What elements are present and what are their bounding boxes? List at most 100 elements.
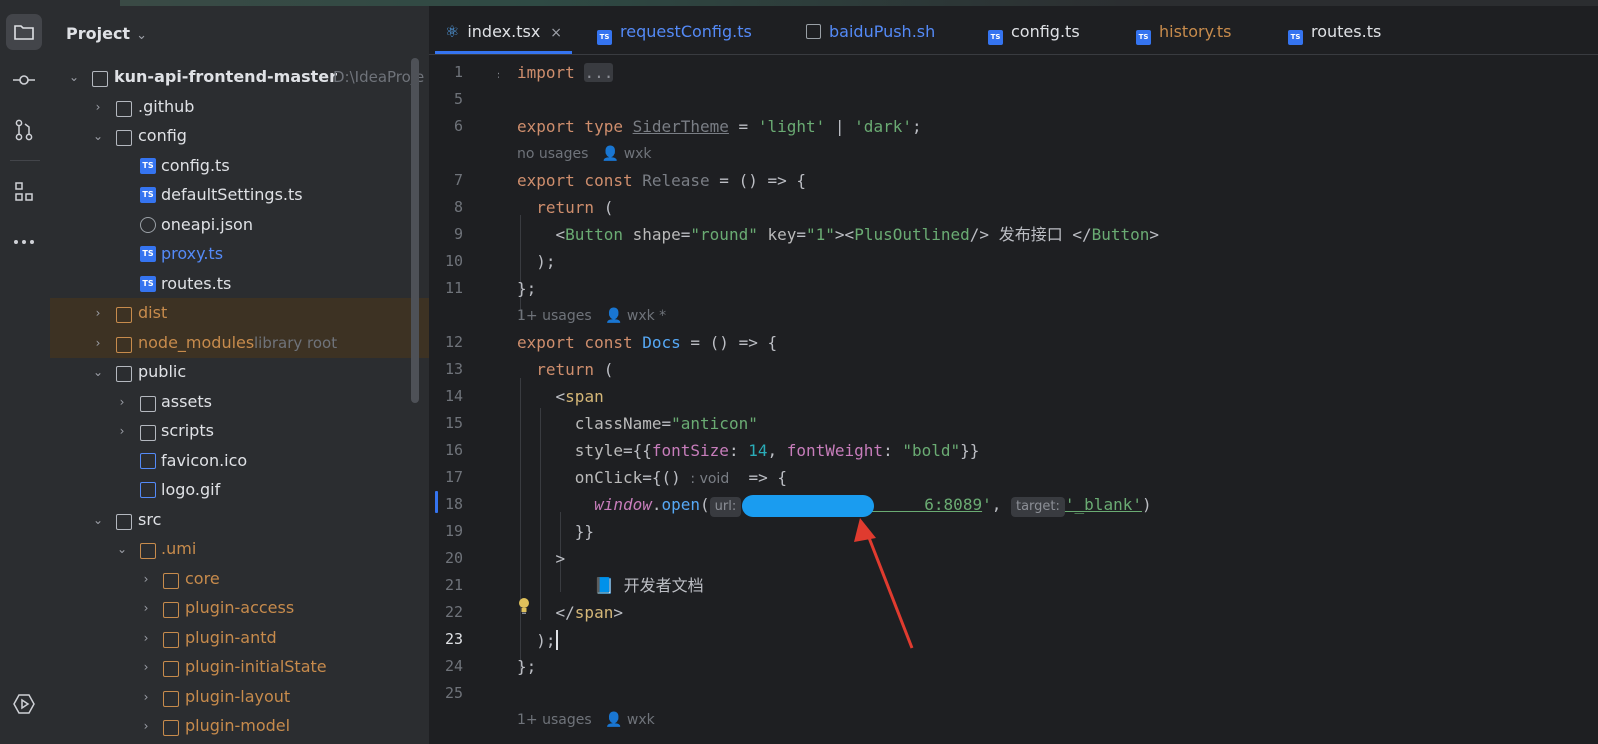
more-tools-button[interactable] <box>6 224 42 260</box>
project-panel-header[interactable]: Project ⌄ <box>66 24 147 43</box>
usage-hint[interactable]: 1+ usages 👤 wxk <box>517 712 655 728</box>
tree-item-label: proxy.ts <box>161 244 224 263</box>
activity-separator <box>10 160 40 161</box>
tree-item-oneapi[interactable]: oneapi.json <box>50 210 429 240</box>
tree-item-label: oneapi.json <box>161 215 253 234</box>
folder-icon <box>140 396 156 412</box>
tree-item-logo[interactable]: logo.gif <box>50 475 429 505</box>
tree-item-dist[interactable]: › dist <box>50 298 429 328</box>
chevron-right-icon[interactable]: › <box>90 328 106 358</box>
tree-item-config[interactable]: ⌄ config <box>50 121 429 151</box>
active-tab-indicator <box>435 51 573 54</box>
tree-item-label: .github <box>138 97 195 116</box>
lightbulb-icon[interactable] <box>517 597 531 619</box>
commit-tool-button[interactable] <box>6 62 42 98</box>
tree-item-config-ts[interactable]: TS config.ts <box>50 151 429 181</box>
chevron-right-icon[interactable]: › <box>90 298 106 328</box>
tab-requestconfig[interactable]: TS requestConfig.ts <box>597 6 752 54</box>
tree-item-routes[interactable]: TS routes.ts <box>50 269 429 299</box>
tree-item-note: library root <box>254 334 338 352</box>
usage-hint[interactable]: 1+ usages 👤 wxk * <box>517 308 666 324</box>
tree-item-root[interactable]: ⌄ kun-api-frontend-master D:\IdeaProje <box>50 62 429 92</box>
close-icon[interactable]: × <box>550 25 562 41</box>
line-number: 7 <box>453 171 463 189</box>
shell-file-icon <box>806 24 821 39</box>
folder-icon <box>116 337 132 353</box>
typescript-file-icon: TS <box>140 187 156 203</box>
typescript-file-icon: TS <box>988 30 1003 45</box>
line-number: 1 <box>453 63 463 81</box>
tree-item-proxy[interactable]: TS proxy.ts <box>50 239 429 269</box>
code-editor[interactable]: import ... export type SiderTheme = 'lig… <box>499 55 1598 744</box>
tree-item-node-modules[interactable]: › node_modules library root <box>50 328 429 358</box>
tab-routes[interactable]: TS routes.ts <box>1288 6 1381 54</box>
usage-hint[interactable]: no usages 👤 wxk <box>517 146 652 162</box>
code-line: </span> <box>517 603 623 622</box>
chevron-right-icon[interactable]: › <box>138 564 154 594</box>
tree-item-plugin-initialstate[interactable]: › plugin-initialState <box>50 652 429 682</box>
tree-item-defaultsettings[interactable]: TS defaultSettings.ts <box>50 180 429 210</box>
line-number: 19 <box>444 522 463 540</box>
project-scrollbar[interactable] <box>411 58 419 403</box>
code-line: export const Docs = () => { <box>517 333 778 352</box>
tree-item-public[interactable]: ⌄ public <box>50 357 429 387</box>
chevron-right-icon[interactable]: › <box>138 623 154 653</box>
tree-item-label: defaultSettings.ts <box>161 185 303 204</box>
code-line: }; <box>517 279 537 298</box>
code-line: export type SiderTheme = 'light' | 'dark… <box>517 117 922 136</box>
typescript-file-icon: TS <box>597 30 612 45</box>
typescript-file-icon: TS <box>140 246 156 262</box>
tree-item-assets[interactable]: › assets <box>50 387 429 417</box>
chevron-right-icon[interactable]: › <box>90 92 106 122</box>
tab-index-tsx[interactable]: ⚛ index.tsx × <box>435 6 573 54</box>
chevron-right-icon[interactable]: › <box>138 682 154 712</box>
image-file-icon <box>140 453 156 469</box>
tree-item-scripts[interactable]: › scripts <box>50 416 429 446</box>
chevron-down-icon[interactable]: ⌄ <box>90 505 106 535</box>
tab-label: requestConfig.ts <box>620 22 752 41</box>
tab-config[interactable]: TS config.ts <box>988 6 1080 54</box>
line-number: 24 <box>444 657 463 675</box>
tree-item-github[interactable]: › .github <box>50 92 429 122</box>
chevron-down-icon[interactable]: ⌄ <box>90 357 106 387</box>
tree-item-plugin-layout[interactable]: › plugin-layout <box>50 682 429 712</box>
tab-baidupush[interactable]: baiduPush.sh <box>806 6 935 54</box>
chevron-right-icon[interactable]: › <box>138 652 154 682</box>
chevron-down-icon[interactable]: ⌄ <box>90 121 106 151</box>
tree-item-umi[interactable]: ⌄ .umi <box>50 534 429 564</box>
project-tool-button[interactable] <box>6 14 42 50</box>
tree-item-label: plugin-model <box>185 716 291 735</box>
folded-imports[interactable]: ... <box>584 63 614 82</box>
folder-icon <box>92 71 108 87</box>
tree-item-favicon[interactable]: favicon.ico <box>50 446 429 476</box>
chevron-right-icon[interactable]: › <box>138 711 154 741</box>
tab-history[interactable]: TS history.ts <box>1136 6 1231 54</box>
chevron-right-icon[interactable]: › <box>138 593 154 623</box>
code-line: onClick={() : void => { <box>517 468 787 487</box>
chevron-down-icon[interactable]: ⌄ <box>114 534 130 564</box>
line-number: 8 <box>453 198 463 216</box>
tree-item-src[interactable]: ⌄ src <box>50 505 429 535</box>
code-line: className="anticon" <box>517 414 758 433</box>
chevron-right-icon[interactable]: › <box>114 387 130 417</box>
tree-item-label: config.ts <box>161 156 230 175</box>
chevron-down-icon[interactable]: ⌄ <box>66 62 82 92</box>
tree-item-label: src <box>138 510 162 529</box>
pull-requests-tool-button[interactable] <box>6 112 42 148</box>
code-line: <span <box>517 387 604 406</box>
code-line: ); <box>517 630 558 650</box>
tree-item-label: node_modules <box>138 333 255 352</box>
code-line: > <box>517 549 566 568</box>
code-line: import ... <box>517 63 614 82</box>
tree-item-plugin-antd[interactable]: › plugin-antd <box>50 623 429 653</box>
chevron-right-icon[interactable]: › <box>114 416 130 446</box>
services-tool-button[interactable] <box>6 686 42 722</box>
structure-tool-button[interactable] <box>6 174 42 210</box>
tree-item-plugin-access[interactable]: › plugin-access <box>50 593 429 623</box>
line-number: 9 <box>453 225 463 243</box>
tree-item-core[interactable]: › core <box>50 564 429 594</box>
tree-item-plugin-model[interactable]: › plugin-model <box>50 711 429 741</box>
code-line: return ( <box>517 360 614 379</box>
folder-icon <box>163 573 179 589</box>
typescript-file-icon: TS <box>140 158 156 174</box>
